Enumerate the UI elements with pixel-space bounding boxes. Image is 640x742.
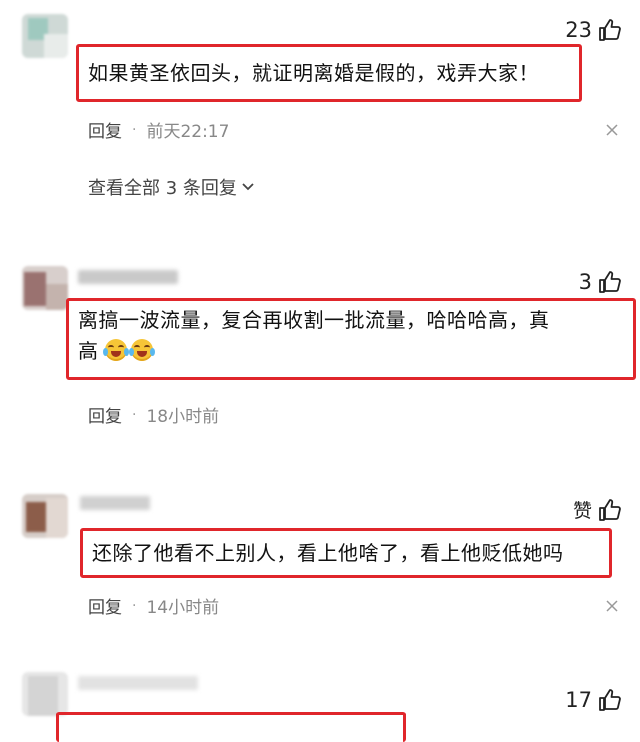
reply-button[interactable]: 回复 — [88, 117, 122, 142]
comment-text-line-1: 离搞一波流量，复合再收割一批流量，哈哈哈高，真 — [78, 308, 550, 332]
comment-text: 如果黄圣依回头，就证明离婚是假的，戏弄大家！ — [88, 61, 539, 85]
avatar[interactable] — [22, 672, 68, 716]
laughing-crying-emoji-icon — [103, 339, 130, 361]
comment-text-box: 离搞一波流量，复合再收割一批流量，哈哈哈高，真 高 — [66, 298, 636, 380]
avatar[interactable] — [22, 14, 68, 58]
comment-meta: 回复 · 14小时前 — [88, 593, 220, 619]
close-icon[interactable] — [606, 124, 618, 136]
comment-text: 还除了他看不上别人，看上他啥了，看上他贬低她吗 — [92, 541, 564, 565]
username-blurred — [80, 496, 150, 510]
view-replies-button[interactable]: 查看全部 3 条回复 — [88, 174, 255, 200]
like-button[interactable]: 23 — [565, 18, 622, 42]
thumb-up-icon — [599, 19, 621, 41]
chevron-down-icon — [242, 183, 254, 191]
like-count: 3 — [578, 270, 592, 294]
comment-1: 23 如果黄圣依回头，就证明离婚是假的，戏弄大家！ 回复 · 前天22:17 查… — [0, 0, 640, 240]
comment-meta: 回复 · 18小时前 — [88, 402, 220, 428]
avatar[interactable] — [22, 266, 68, 310]
comment-3: 赞 还除了他看不上别人，看上他啥了，看上他贬低她吗 回复 · 14小时前 — [0, 480, 640, 650]
thumb-up-icon — [599, 271, 621, 293]
comment-text-line-2-text: 高 — [78, 339, 99, 363]
avatar[interactable] — [22, 494, 68, 538]
thumb-up-icon — [599, 498, 621, 521]
comment-text-box: 还除了他看不上别人，看上他啥了，看上他贬低她吗 — [80, 528, 612, 578]
separator-dot: · — [132, 597, 137, 614]
comment-text-box: 如果黄圣依回头，就证明离婚是假的，戏弄大家！ — [76, 44, 582, 102]
reply-button[interactable]: 回复 — [88, 593, 122, 618]
timestamp: 18小时前 — [146, 407, 220, 427]
comment-4: 17 — [0, 650, 640, 742]
like-button[interactable]: 17 — [565, 688, 622, 712]
username-blurred — [78, 270, 178, 284]
like-count: 17 — [565, 688, 592, 712]
laughing-crying-emoji-icon — [129, 339, 156, 361]
thumb-up-icon — [599, 689, 621, 711]
comment-meta: 回复 · 前天22:17 — [88, 117, 230, 143]
separator-dot: · — [132, 406, 137, 423]
like-button[interactable]: 赞 — [573, 496, 622, 523]
comment-text-box — [56, 712, 406, 742]
comment-text-line-2: 高 — [78, 336, 624, 367]
username-blurred — [78, 676, 198, 690]
like-button[interactable]: 3 — [579, 270, 622, 294]
view-replies-label: 查看全部 3 条回复 — [88, 178, 237, 199]
like-count: 23 — [565, 18, 592, 42]
close-icon[interactable] — [606, 600, 618, 612]
comment-2: 3 离搞一波流量，复合再收割一批流量，哈哈哈高，真 高 回复 · 18小时前 — [0, 240, 640, 480]
timestamp: 前天22:17 — [146, 122, 230, 142]
reply-button[interactable]: 回复 — [88, 402, 122, 427]
timestamp: 14小时前 — [146, 598, 220, 618]
separator-dot: · — [132, 121, 137, 138]
like-label: 赞 — [572, 500, 592, 522]
